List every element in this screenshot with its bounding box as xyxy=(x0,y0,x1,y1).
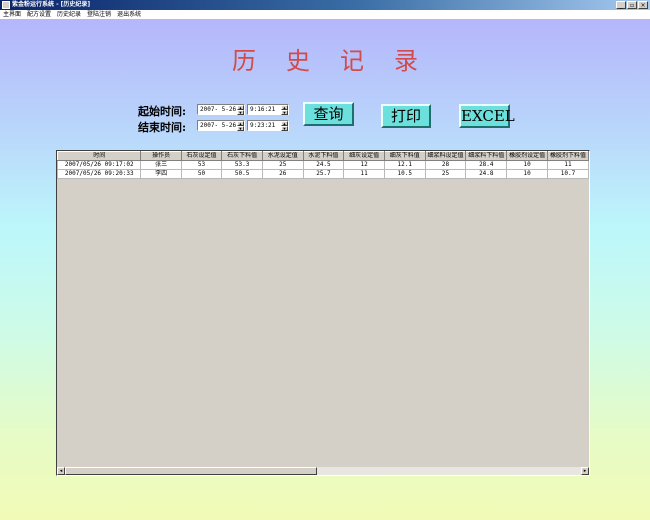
scroll-thumb[interactable] xyxy=(65,467,317,475)
restore-button[interactable]: ▫ xyxy=(627,1,637,9)
table-cell[interactable]: 50.5 xyxy=(221,169,263,179)
column-header[interactable]: 时间 xyxy=(57,151,142,161)
table-cell[interactable]: 25.7 xyxy=(302,169,345,179)
table-cell[interactable]: 25 xyxy=(261,160,304,170)
end-time-value: 9:23:21 xyxy=(250,122,276,129)
spin-down-icon[interactable]: ▼ xyxy=(281,110,288,115)
column-header[interactable]: 细灰设定值 xyxy=(343,151,385,161)
start-time-spinner[interactable]: ▲ ▼ xyxy=(281,105,288,115)
table-header-row: 时间 操作员 石灰设定值 石灰下料值 水泥设定值 水泥下料值 细灰设定值 细灰下… xyxy=(57,151,589,161)
excel-button[interactable]: EXCEL xyxy=(459,104,515,128)
table-cell[interactable]: 50 xyxy=(180,169,223,179)
menu-item-main[interactable]: 主界面 xyxy=(0,10,24,19)
table-cell[interactable]: 24.8 xyxy=(465,169,508,179)
client-area: 历史记录 起始时间: 结束时间: 2007- 5-26 ▲ ▼ 9:16:21 ▲… xyxy=(0,19,650,520)
menu-bar: 主界面 配方设置 历史纪录 登陆注销 退出系统 xyxy=(0,10,650,19)
end-date-spinner[interactable]: ▲ ▼ xyxy=(237,121,244,131)
column-header[interactable]: 细浆料下料值 xyxy=(465,151,508,161)
table-cell[interactable]: 26 xyxy=(261,169,304,179)
start-time-label: 起始时间: xyxy=(138,105,187,118)
start-date-value: 2007- 5-26 xyxy=(200,106,237,113)
column-header[interactable]: 水泥下料值 xyxy=(302,151,345,161)
menu-item-login[interactable]: 登陆注销 xyxy=(84,10,114,19)
end-time-spinner[interactable]: ▲ ▼ xyxy=(281,121,288,131)
table-cell[interactable]: 11 xyxy=(343,169,385,179)
table-cell[interactable]: 张三 xyxy=(140,160,182,170)
column-header[interactable]: 橡胶剂设定值 xyxy=(506,151,549,161)
end-date-picker[interactable]: 2007- 5-26 ▲ ▼ xyxy=(197,120,245,131)
start-time-picker[interactable]: 9:16:21 ▲ ▼ xyxy=(247,104,289,115)
column-header[interactable]: 石灰设定值 xyxy=(180,151,223,161)
column-header[interactable]: 操作员 xyxy=(140,151,182,161)
table-cell[interactable]: 2007/05/26 09:20:33 xyxy=(57,169,142,179)
app-icon xyxy=(2,1,10,9)
start-date-picker[interactable]: 2007- 5-26 ▲ ▼ xyxy=(197,104,245,115)
table-cell[interactable]: 24.5 xyxy=(302,160,345,170)
end-time-label: 结束时间: xyxy=(138,121,187,134)
print-button[interactable]: 打印 xyxy=(381,104,431,128)
column-header[interactable]: 石灰下料值 xyxy=(221,151,263,161)
query-button[interactable]: 查询 xyxy=(303,102,354,126)
column-header[interactable]: 橡胶剂下料值 xyxy=(547,151,589,161)
table-cell[interactable]: 25 xyxy=(424,169,467,179)
scroll-right-icon[interactable]: ▸ xyxy=(581,467,589,475)
table-cell[interactable]: 李四 xyxy=(140,169,182,179)
menu-item-history[interactable]: 历史纪录 xyxy=(54,10,84,19)
table-row[interactable]: 2007/05/26 09:20:33 李四 50 50.5 26 25.7 1… xyxy=(57,169,589,179)
minimize-button[interactable]: _ xyxy=(616,1,626,9)
end-time-picker[interactable]: 9:23:21 ▲ ▼ xyxy=(247,120,289,131)
table-cell[interactable]: 2007/05/26 09:17:02 xyxy=(57,160,142,170)
table-cell[interactable]: 10.5 xyxy=(383,169,426,179)
table-cell[interactable]: 28.4 xyxy=(465,160,508,170)
menu-item-exit[interactable]: 退出系统 xyxy=(114,10,144,19)
table-cell[interactable]: 53.3 xyxy=(221,160,263,170)
window-controls: _ ▫ × xyxy=(616,1,648,9)
table-cell[interactable]: 10.7 xyxy=(547,169,589,179)
history-table[interactable]: 时间 操作员 石灰设定值 石灰下料值 水泥设定值 水泥下料值 细灰设定值 细灰下… xyxy=(56,150,590,476)
start-time-value: 9:16:21 xyxy=(250,106,276,113)
column-header[interactable]: 水泥设定值 xyxy=(261,151,304,161)
table-cell[interactable]: 12.1 xyxy=(383,160,426,170)
column-header[interactable]: 细浆料设定值 xyxy=(424,151,467,161)
window-titlebar: 紫金粉运行系统 - [历史纪录] _ ▫ × xyxy=(0,0,650,10)
end-date-value: 2007- 5-26 xyxy=(200,122,237,129)
start-date-spinner[interactable]: ▲ ▼ xyxy=(237,105,244,115)
page-title: 历史记录 xyxy=(232,47,448,75)
spin-down-icon[interactable]: ▼ xyxy=(237,126,244,131)
table-cell[interactable]: 12 xyxy=(343,160,385,170)
spin-down-icon[interactable]: ▼ xyxy=(237,110,244,115)
window-title: 紫金粉运行系统 - [历史纪录] xyxy=(12,1,91,8)
horizontal-scrollbar[interactable]: ◂ ▸ xyxy=(57,467,589,475)
column-header[interactable]: 细灰下料值 xyxy=(383,151,426,161)
close-button[interactable]: × xyxy=(638,1,648,9)
menu-item-recipe[interactable]: 配方设置 xyxy=(24,10,54,19)
table-row[interactable]: 2007/05/26 09:17:02 张三 53 53.3 25 24.5 1… xyxy=(57,160,589,170)
spin-down-icon[interactable]: ▼ xyxy=(281,126,288,131)
scroll-left-icon[interactable]: ◂ xyxy=(57,467,65,475)
table-cell[interactable]: 10 xyxy=(506,169,549,179)
table-cell[interactable]: 10 xyxy=(506,160,549,170)
history-grid: 时间 操作员 石灰设定值 石灰下料值 水泥设定值 水泥下料值 细灰设定值 细灰下… xyxy=(57,151,589,179)
table-cell[interactable]: 11 xyxy=(547,160,589,170)
table-cell[interactable]: 28 xyxy=(424,160,467,170)
table-cell[interactable]: 53 xyxy=(180,160,223,170)
